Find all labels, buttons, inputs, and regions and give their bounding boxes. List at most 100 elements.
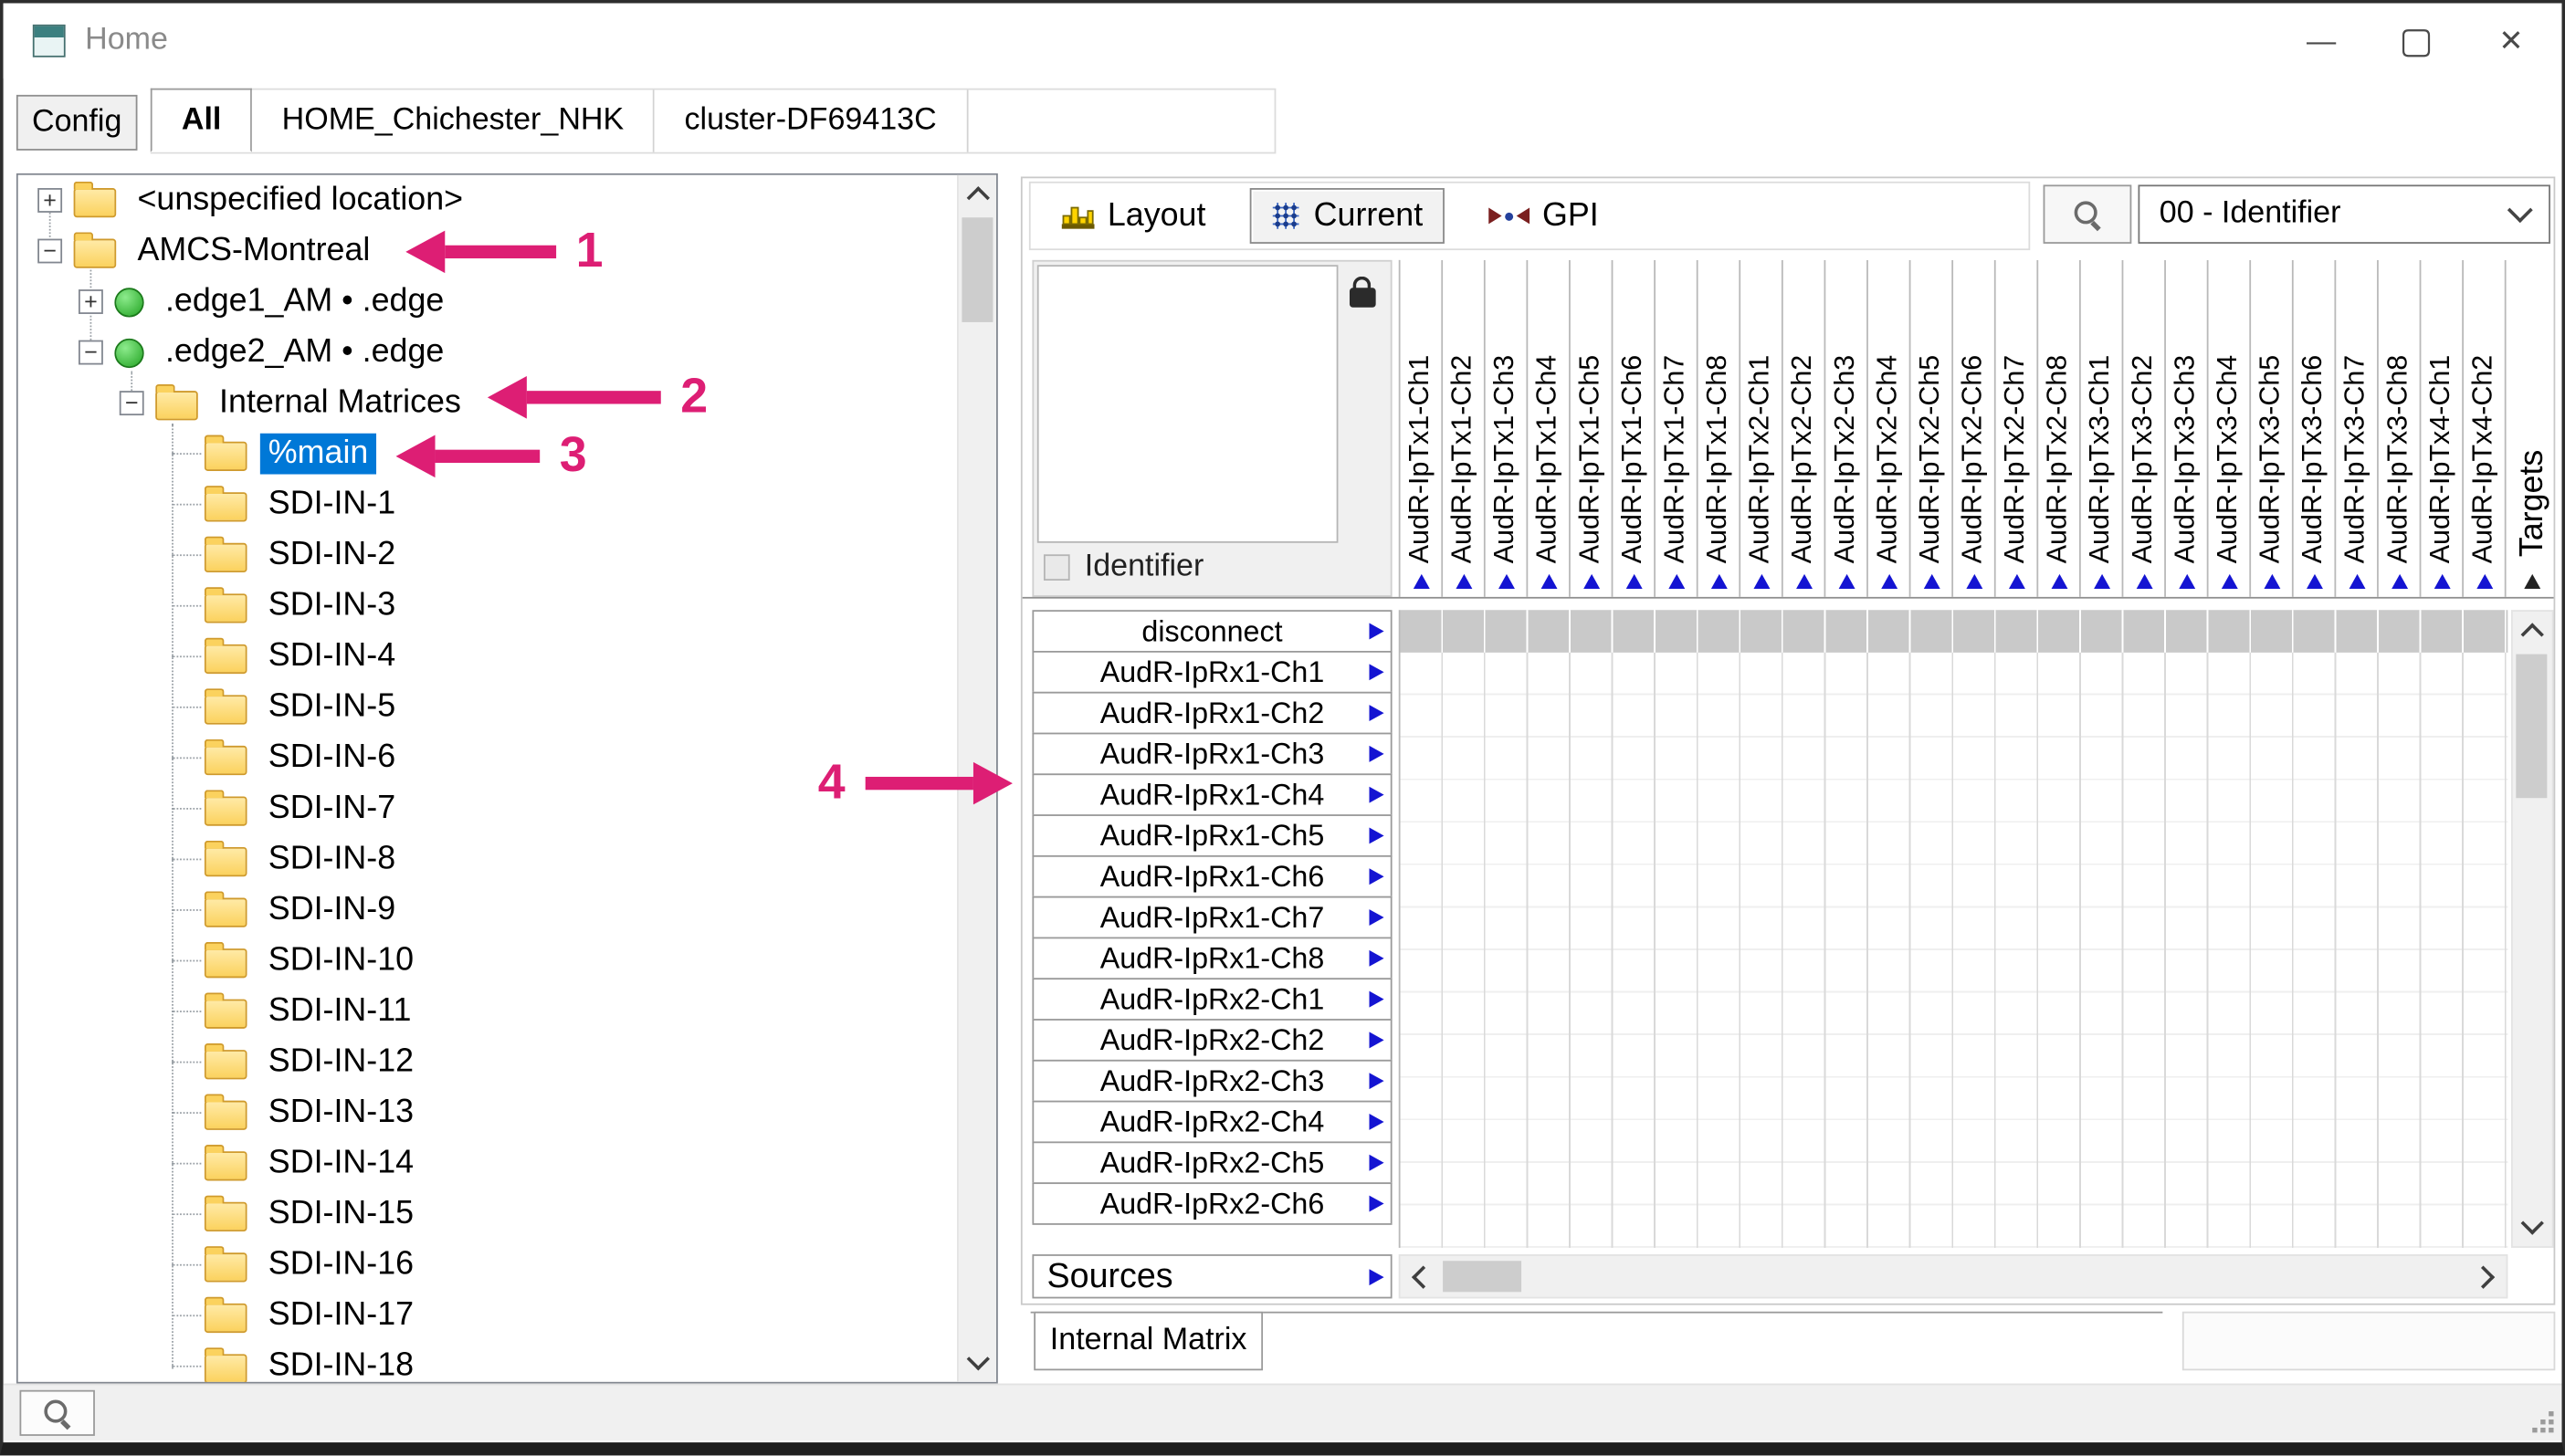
- tree-item-sdi-in-7[interactable]: SDI-IN-7: [18, 783, 956, 834]
- expand-icon[interactable]: +: [79, 289, 103, 314]
- tree-item-sdi-in-12[interactable]: SDI-IN-12: [18, 1037, 956, 1088]
- column-header-audr-iptx1-ch8[interactable]: AudR-IpTx1-Ch8: [1698, 260, 1741, 597]
- tree-item-sdi-in-6[interactable]: SDI-IN-6: [18, 733, 956, 784]
- tree-item-sdi-in-14[interactable]: SDI-IN-14: [18, 1138, 956, 1189]
- tree-item-sdi-in-15[interactable]: SDI-IN-15: [18, 1189, 956, 1240]
- identifier-dropdown[interactable]: 00 - Identifier: [2138, 184, 2549, 243]
- tree-item-label[interactable]: SDI-IN-12: [260, 1042, 422, 1083]
- column-header-audr-iptx1-ch7[interactable]: AudR-IpTx1-Ch7: [1656, 260, 1698, 597]
- tree-item-label[interactable]: SDI-IN-13: [260, 1093, 422, 1134]
- column-header-audr-iptx1-ch4[interactable]: AudR-IpTx1-Ch4: [1528, 260, 1571, 597]
- tree-item-label[interactable]: .edge2_AM • .edge: [157, 332, 452, 373]
- tab-all[interactable]: All: [151, 89, 253, 152]
- minimize-button[interactable]: —: [2274, 4, 2369, 79]
- column-header-audr-iptx2-ch7[interactable]: AudR-IpTx2-Ch7: [1996, 260, 2039, 597]
- column-header-audr-iptx1-ch6[interactable]: AudR-IpTx1-Ch6: [1613, 260, 1656, 597]
- column-header-audr-iptx1-ch5[interactable]: AudR-IpTx1-Ch5: [1571, 260, 1614, 597]
- tree-item-sdi-in-1[interactable]: SDI-IN-1: [18, 479, 956, 530]
- scroll-up-button[interactable]: [2513, 612, 2552, 651]
- column-header-audr-iptx3-ch2[interactable]: AudR-IpTx3-Ch2: [2123, 260, 2166, 597]
- column-header-audr-iptx3-ch3[interactable]: AudR-IpTx3-Ch3: [2166, 260, 2209, 597]
- tab-home-chichester-nhk[interactable]: HOME_Chichester_NHK: [252, 90, 655, 152]
- matrix-search-button[interactable]: [2044, 184, 2132, 243]
- tree-item-label[interactable]: SDI-IN-2: [260, 535, 404, 576]
- tree-item-sdi-in-11[interactable]: SDI-IN-11: [18, 986, 956, 1037]
- tree-item-sdi-in-3[interactable]: SDI-IN-3: [18, 581, 956, 632]
- tab-cluster-df69413c[interactable]: cluster-DF69413C: [655, 90, 967, 152]
- tree-item-label[interactable]: SDI-IN-9: [260, 890, 404, 931]
- row-label-audr-iprx2-ch4[interactable]: AudR-IpRx2-Ch4: [1032, 1101, 1392, 1144]
- column-header-audr-iptx2-ch1[interactable]: AudR-IpTx2-Ch1: [1740, 260, 1783, 597]
- tree-item-label[interactable]: SDI-IN-15: [260, 1194, 422, 1235]
- current-view-button[interactable]: Current: [1250, 188, 1445, 244]
- row-label-audr-iprx2-ch6[interactable]: AudR-IpRx2-Ch6: [1032, 1182, 1392, 1225]
- column-header-audr-iptx4-ch2[interactable]: AudR-IpTx4-Ch2: [2464, 260, 2507, 597]
- scroll-down-button[interactable]: [2513, 1207, 2552, 1246]
- matrix-crosspoint-grid[interactable]: [1399, 610, 2508, 1248]
- tree-item-label[interactable]: SDI-IN-10: [260, 940, 422, 981]
- row-label-audr-iprx1-ch5[interactable]: AudR-IpRx1-Ch5: [1032, 814, 1392, 857]
- column-header-audr-iptx2-ch3[interactable]: AudR-IpTx2-Ch3: [1825, 260, 1868, 597]
- row-label-audr-iprx2-ch1[interactable]: AudR-IpRx2-Ch1: [1032, 978, 1392, 1021]
- column-header-audr-iptx2-ch6[interactable]: AudR-IpTx2-Ch6: [1953, 260, 1996, 597]
- row-label-audr-iprx1-ch2[interactable]: AudR-IpRx1-Ch2: [1032, 692, 1392, 735]
- column-header-audr-iptx2-ch5[interactable]: AudR-IpTx2-Ch5: [1910, 260, 1953, 597]
- layout-view-button[interactable]: Layout: [1040, 188, 1226, 244]
- scrollbar-thumb[interactable]: [2516, 655, 2547, 799]
- tree-item-sdi-in-13[interactable]: SDI-IN-13: [18, 1087, 956, 1138]
- tree-item-label[interactable]: SDI-IN-6: [260, 738, 404, 779]
- tree-item-edge1-am-edge[interactable]: +.edge1_AM • .edge: [18, 277, 956, 328]
- column-header-audr-iptx2-ch4[interactable]: AudR-IpTx2-Ch4: [1868, 260, 1911, 597]
- tree-item-label[interactable]: SDI-IN-18: [260, 1346, 422, 1383]
- tree-item-label[interactable]: <unspecified location>: [130, 180, 472, 221]
- row-label-audr-iprx2-ch2[interactable]: AudR-IpRx2-Ch2: [1032, 1019, 1392, 1062]
- sources-header[interactable]: Sources: [1032, 1254, 1392, 1298]
- tree-item-label[interactable]: SDI-IN-14: [260, 1143, 422, 1184]
- scroll-left-button[interactable]: [1401, 1256, 1440, 1297]
- row-label-audr-iprx2-ch3[interactable]: AudR-IpRx2-Ch3: [1032, 1060, 1392, 1103]
- scrollbar-thumb[interactable]: [962, 217, 993, 322]
- column-header-audr-iptx3-ch7[interactable]: AudR-IpTx3-Ch7: [2336, 260, 2379, 597]
- column-header-audr-iptx1-ch3[interactable]: AudR-IpTx1-Ch3: [1486, 260, 1529, 597]
- tab-internal-matrix[interactable]: Internal Matrix: [1034, 1312, 1263, 1370]
- resize-grip[interactable]: [2530, 1409, 2553, 1432]
- row-label-audr-iprx1-ch6[interactable]: AudR-IpRx1-Ch6: [1032, 855, 1392, 898]
- matrix-vertical-scrollbar[interactable]: [2511, 610, 2554, 1248]
- scroll-up-button[interactable]: [959, 175, 996, 215]
- lock-icon[interactable]: [1350, 288, 1376, 307]
- row-label-audr-iprx1-ch3[interactable]: AudR-IpRx1-Ch3: [1032, 733, 1392, 776]
- row-label-audr-iprx1-ch8[interactable]: AudR-IpRx1-Ch8: [1032, 937, 1392, 980]
- tree-item-sdi-in-10[interactable]: SDI-IN-10: [18, 936, 956, 987]
- expand-icon[interactable]: +: [37, 188, 62, 213]
- disconnect-row-cells[interactable]: [1401, 610, 2508, 653]
- tree-item-label[interactable]: SDI-IN-1: [260, 484, 404, 525]
- tree-item-label[interactable]: SDI-IN-17: [260, 1295, 422, 1336]
- tree-item-label[interactable]: SDI-IN-7: [260, 789, 404, 830]
- column-header-audr-iptx1-ch2[interactable]: AudR-IpTx1-Ch2: [1443, 260, 1486, 597]
- column-header-audr-iptx3-ch6[interactable]: AudR-IpTx3-Ch6: [2294, 260, 2337, 597]
- tree-item-sdi-in-4[interactable]: SDI-IN-4: [18, 632, 956, 683]
- collapse-icon[interactable]: −: [120, 391, 144, 415]
- tree-item-sdi-in-8[interactable]: SDI-IN-8: [18, 834, 956, 885]
- column-header-audr-iptx2-ch8[interactable]: AudR-IpTx2-Ch8: [2038, 260, 2081, 597]
- scroll-down-button[interactable]: [959, 1343, 996, 1382]
- scrollbar-thumb[interactable]: [1443, 1261, 1521, 1292]
- tree-item-label[interactable]: SDI-IN-11: [260, 991, 420, 1032]
- column-header-audr-iptx2-ch2[interactable]: AudR-IpTx2-Ch2: [1783, 260, 1826, 597]
- tree-item-unspecified-location[interactable]: + <unspecified location>: [18, 175, 956, 226]
- collapse-icon[interactable]: −: [37, 239, 62, 264]
- tree-item-label[interactable]: AMCS-Montreal: [130, 231, 379, 272]
- identifier-row[interactable]: Identifier: [1044, 550, 1204, 585]
- tree-item-sdi-in-17[interactable]: SDI-IN-17: [18, 1290, 956, 1341]
- tree-item-label[interactable]: SDI-IN-5: [260, 686, 404, 728]
- column-header-audr-iptx3-ch4[interactable]: AudR-IpTx3-Ch4: [2209, 260, 2252, 597]
- column-header-audr-iptx3-ch8[interactable]: AudR-IpTx3-Ch8: [2379, 260, 2422, 597]
- tree-item-edge2-am-edge[interactable]: −.edge2_AM • .edge: [18, 327, 956, 378]
- tree-item-sdi-in-5[interactable]: SDI-IN-5: [18, 682, 956, 733]
- maximize-button[interactable]: ▢: [2369, 4, 2464, 79]
- tree-item-label[interactable]: SDI-IN-16: [260, 1244, 422, 1285]
- column-header-audr-iptx1-ch1[interactable]: AudR-IpTx1-Ch1: [1401, 260, 1444, 597]
- tree-item-label[interactable]: SDI-IN-4: [260, 636, 404, 677]
- row-label-audr-iprx2-ch5[interactable]: AudR-IpRx2-Ch5: [1032, 1141, 1392, 1184]
- row-label-audr-iprx1-ch4[interactable]: AudR-IpRx1-Ch4: [1032, 773, 1392, 816]
